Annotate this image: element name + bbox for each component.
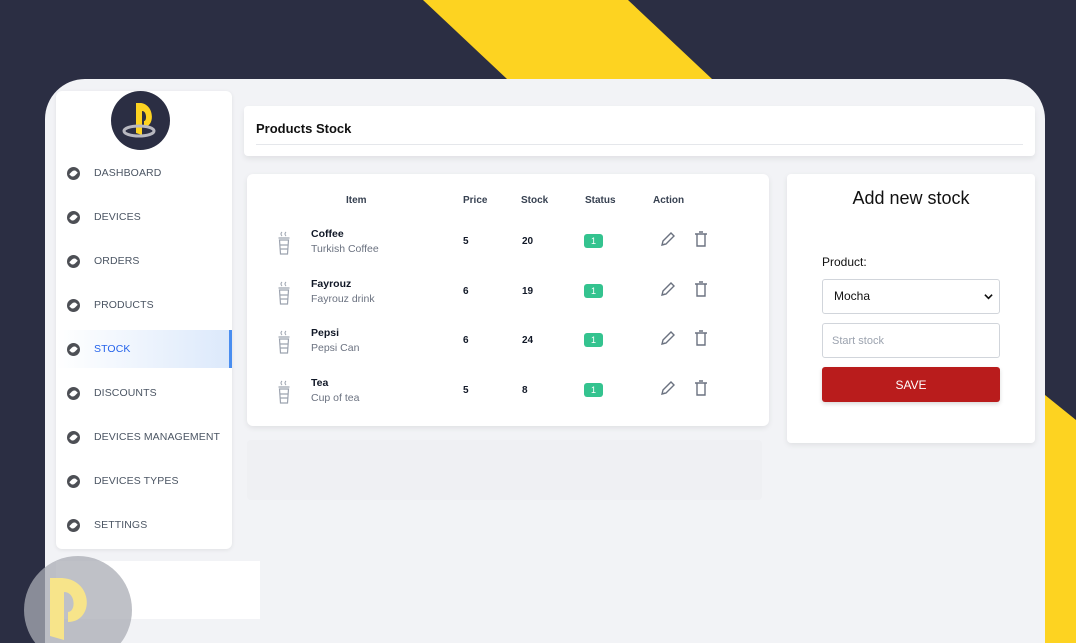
cup-icon: [277, 281, 291, 305]
edit-icon[interactable]: [660, 380, 676, 396]
sidebar-item-label: DASHBOARD: [94, 167, 162, 179]
table-shadow: [247, 440, 762, 500]
sidebar-item-discounts[interactable]: DISCOUNTS: [56, 374, 232, 412]
cup-icon: [277, 330, 291, 354]
item-stock: 24: [522, 335, 534, 346]
item-stock: 19: [522, 286, 534, 297]
app-logo: [111, 91, 170, 150]
sidebar-item-devices[interactable]: DEVICES: [56, 198, 232, 236]
item-description: Cup of tea: [311, 392, 360, 404]
sidebar-item-dashboard[interactable]: DASHBOARD: [56, 154, 232, 192]
item-name: Fayrouz: [311, 278, 352, 290]
product-label: Product:: [822, 255, 867, 269]
sidebar-item-orders[interactable]: ORDERS: [56, 242, 232, 280]
sidebar-item-settings[interactable]: SETTINGS: [56, 506, 232, 544]
item-name: Pepsi: [311, 327, 340, 339]
sidebar-item-stock[interactable]: STOCK: [56, 330, 232, 368]
item-name: Coffee: [311, 228, 344, 240]
sidebar-item-label: DEVICES: [94, 211, 141, 223]
edit-icon[interactable]: [660, 231, 676, 247]
chevron-down-icon: [984, 294, 993, 300]
sidebar-item-devices-types[interactable]: DEVICES TYPES: [56, 462, 232, 500]
delete-icon[interactable]: [694, 330, 708, 346]
add-stock-card: Add new stock Product: Mocha SAVE: [787, 174, 1035, 443]
edit-icon[interactable]: [660, 330, 676, 346]
item-price: 6: [463, 335, 469, 346]
compass-icon: [67, 254, 80, 268]
sidebar-item-devices-management[interactable]: DEVICES MANAGEMENT: [56, 418, 232, 456]
add-stock-title: Add new stock: [852, 188, 970, 208]
status-badge: 1: [584, 333, 603, 347]
compass-icon: [67, 386, 80, 400]
sidebar-item-label: STOCK: [94, 343, 131, 355]
status-badge: 1: [584, 383, 603, 397]
item-description: Fayrouz drink: [311, 293, 375, 305]
product-select[interactable]: Mocha: [822, 279, 1000, 314]
item-name: Tea: [311, 377, 329, 389]
start-stock-input[interactable]: [822, 323, 1000, 358]
sidebar-item-label: DEVICES TYPES: [94, 475, 179, 487]
status-badge: 1: [584, 234, 603, 248]
compass-icon: [67, 210, 80, 224]
column-header-stock: Stock: [521, 195, 549, 206]
compass-icon: [67, 298, 80, 312]
logo-icon: [122, 103, 156, 138]
save-button[interactable]: SAVE: [822, 367, 1000, 402]
stock-table: Item Price Stock Status Action Coffee Tur…: [247, 174, 769, 426]
item-price: 6: [463, 286, 469, 297]
page-header: Products Stock: [244, 106, 1035, 156]
item-price: 5: [463, 385, 469, 396]
column-header-item: Item: [346, 195, 367, 206]
sidebar-item-label: ORDERS: [94, 255, 140, 267]
cup-icon: [277, 380, 291, 404]
sidebar-item-label: PRODUCTS: [94, 299, 154, 311]
page-title: Products Stock: [256, 121, 352, 136]
sidebar-item-label: SETTINGS: [94, 519, 148, 531]
compass-icon: [67, 166, 80, 180]
table-row: Tea Cup of tea 5 8 1: [247, 374, 769, 424]
delete-icon[interactable]: [694, 281, 708, 297]
item-description: Pepsi Can: [311, 342, 360, 354]
sidebar-item-label: DISCOUNTS: [94, 387, 157, 399]
compass-icon: [67, 342, 80, 356]
sidebar-item-products[interactable]: PRODUCTS: [56, 286, 232, 324]
compass-icon: [67, 518, 80, 532]
compass-icon: [67, 474, 80, 488]
item-stock: 20: [522, 236, 534, 247]
column-header-status: Status: [585, 195, 616, 206]
table-row: Coffee Turkish Coffee 5 20 1: [247, 225, 769, 275]
delete-icon[interactable]: [694, 231, 708, 247]
column-header-price: Price: [463, 195, 488, 206]
column-header-action: Action: [653, 195, 685, 206]
compass-icon: [67, 430, 80, 444]
table-row: Fayrouz Fayrouz drink 6 19 1: [247, 275, 769, 325]
product-select-value: Mocha: [834, 289, 871, 303]
table-row: Pepsi Pepsi Can 6 24 1: [247, 324, 769, 374]
edit-icon[interactable]: [660, 281, 676, 297]
sidebar-item-label: DEVICES MANAGEMENT: [94, 431, 221, 443]
sidebar: DASHBOARD DEVICES ORDERS PRODUCTS STOCK DISCO…: [56, 91, 232, 549]
status-badge: 1: [584, 284, 603, 298]
item-description: Turkish Coffee: [311, 243, 379, 255]
cup-icon: [277, 231, 291, 255]
item-price: 5: [463, 236, 469, 247]
delete-icon[interactable]: [694, 380, 708, 396]
divider: [256, 144, 1023, 145]
item-stock: 8: [522, 385, 528, 396]
